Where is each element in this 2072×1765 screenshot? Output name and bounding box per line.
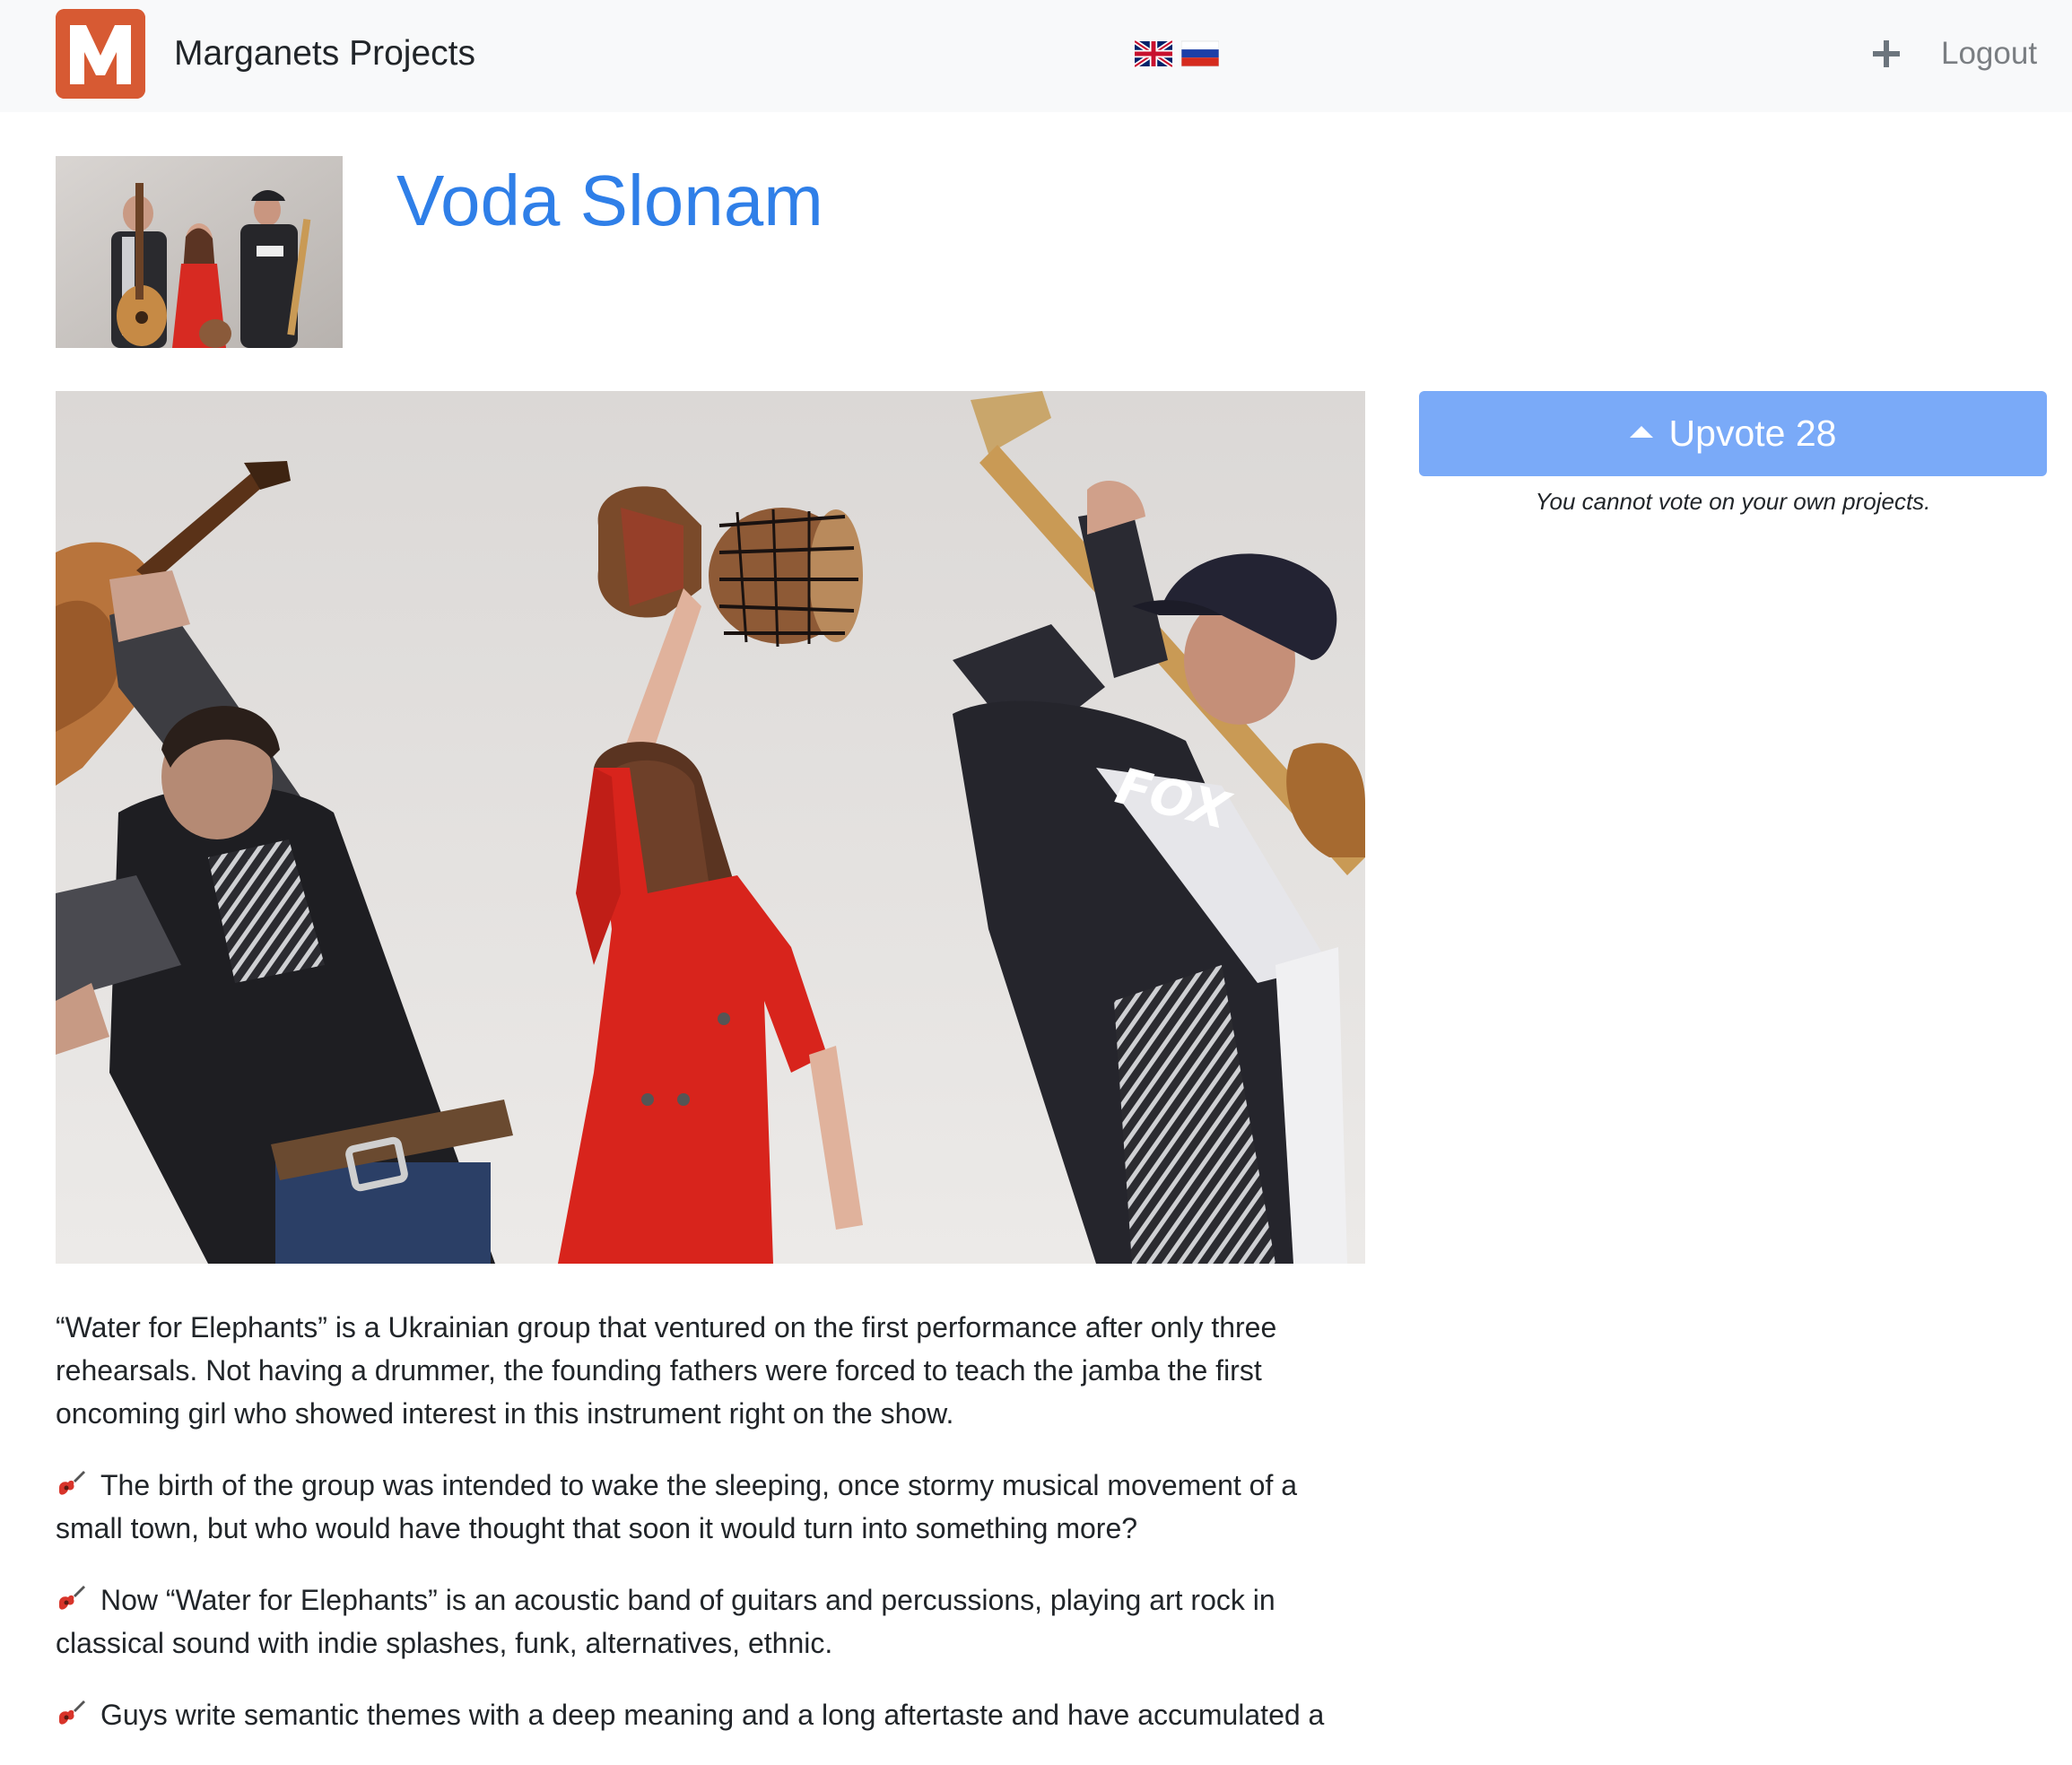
ru-flag-icon[interactable]: [1181, 39, 1219, 68]
plus-icon: [1873, 40, 1900, 67]
vote-notice: You cannot vote on your own projects.: [1535, 488, 1931, 515]
guitar-icon: [59, 1471, 85, 1495]
guitar-icon: [59, 1700, 85, 1725]
navbar: Marganets Projects Logout: [0, 0, 2072, 112]
m-logo-icon: [56, 9, 145, 99]
description-paragraph: Guys write semantic themes with a deep m…: [56, 1693, 1365, 1736]
description-paragraph: “Water for Elephants” is a Ukrainian gro…: [56, 1311, 1277, 1430]
page-title: Voda Slonam: [396, 161, 823, 240]
add-project-button[interactable]: [1870, 31, 1902, 76]
project-photo: FOX: [56, 391, 1365, 1264]
brand-name[interactable]: Marganets Projects: [174, 32, 475, 75]
description-paragraph: The birth of the group was intended to w…: [56, 1469, 1298, 1544]
upvote-label: Upvote 28: [1668, 413, 1837, 454]
upvote-button[interactable]: Upvote 28: [1419, 391, 2047, 476]
project-description: “Water for Elephants” is a Ukrainian gro…: [56, 1306, 1365, 1765]
uk-flag-icon[interactable]: [1135, 39, 1172, 68]
caret-up-icon: [1629, 426, 1653, 438]
guitar-icon: [59, 1586, 85, 1610]
logout-link[interactable]: Logout: [1941, 34, 2037, 74]
language-switcher: [1135, 39, 1219, 68]
brand-logo[interactable]: [56, 9, 145, 99]
project-thumbnail: [56, 156, 343, 348]
description-paragraph: Now “Water for Elephants” is an acoustic…: [56, 1584, 1275, 1659]
